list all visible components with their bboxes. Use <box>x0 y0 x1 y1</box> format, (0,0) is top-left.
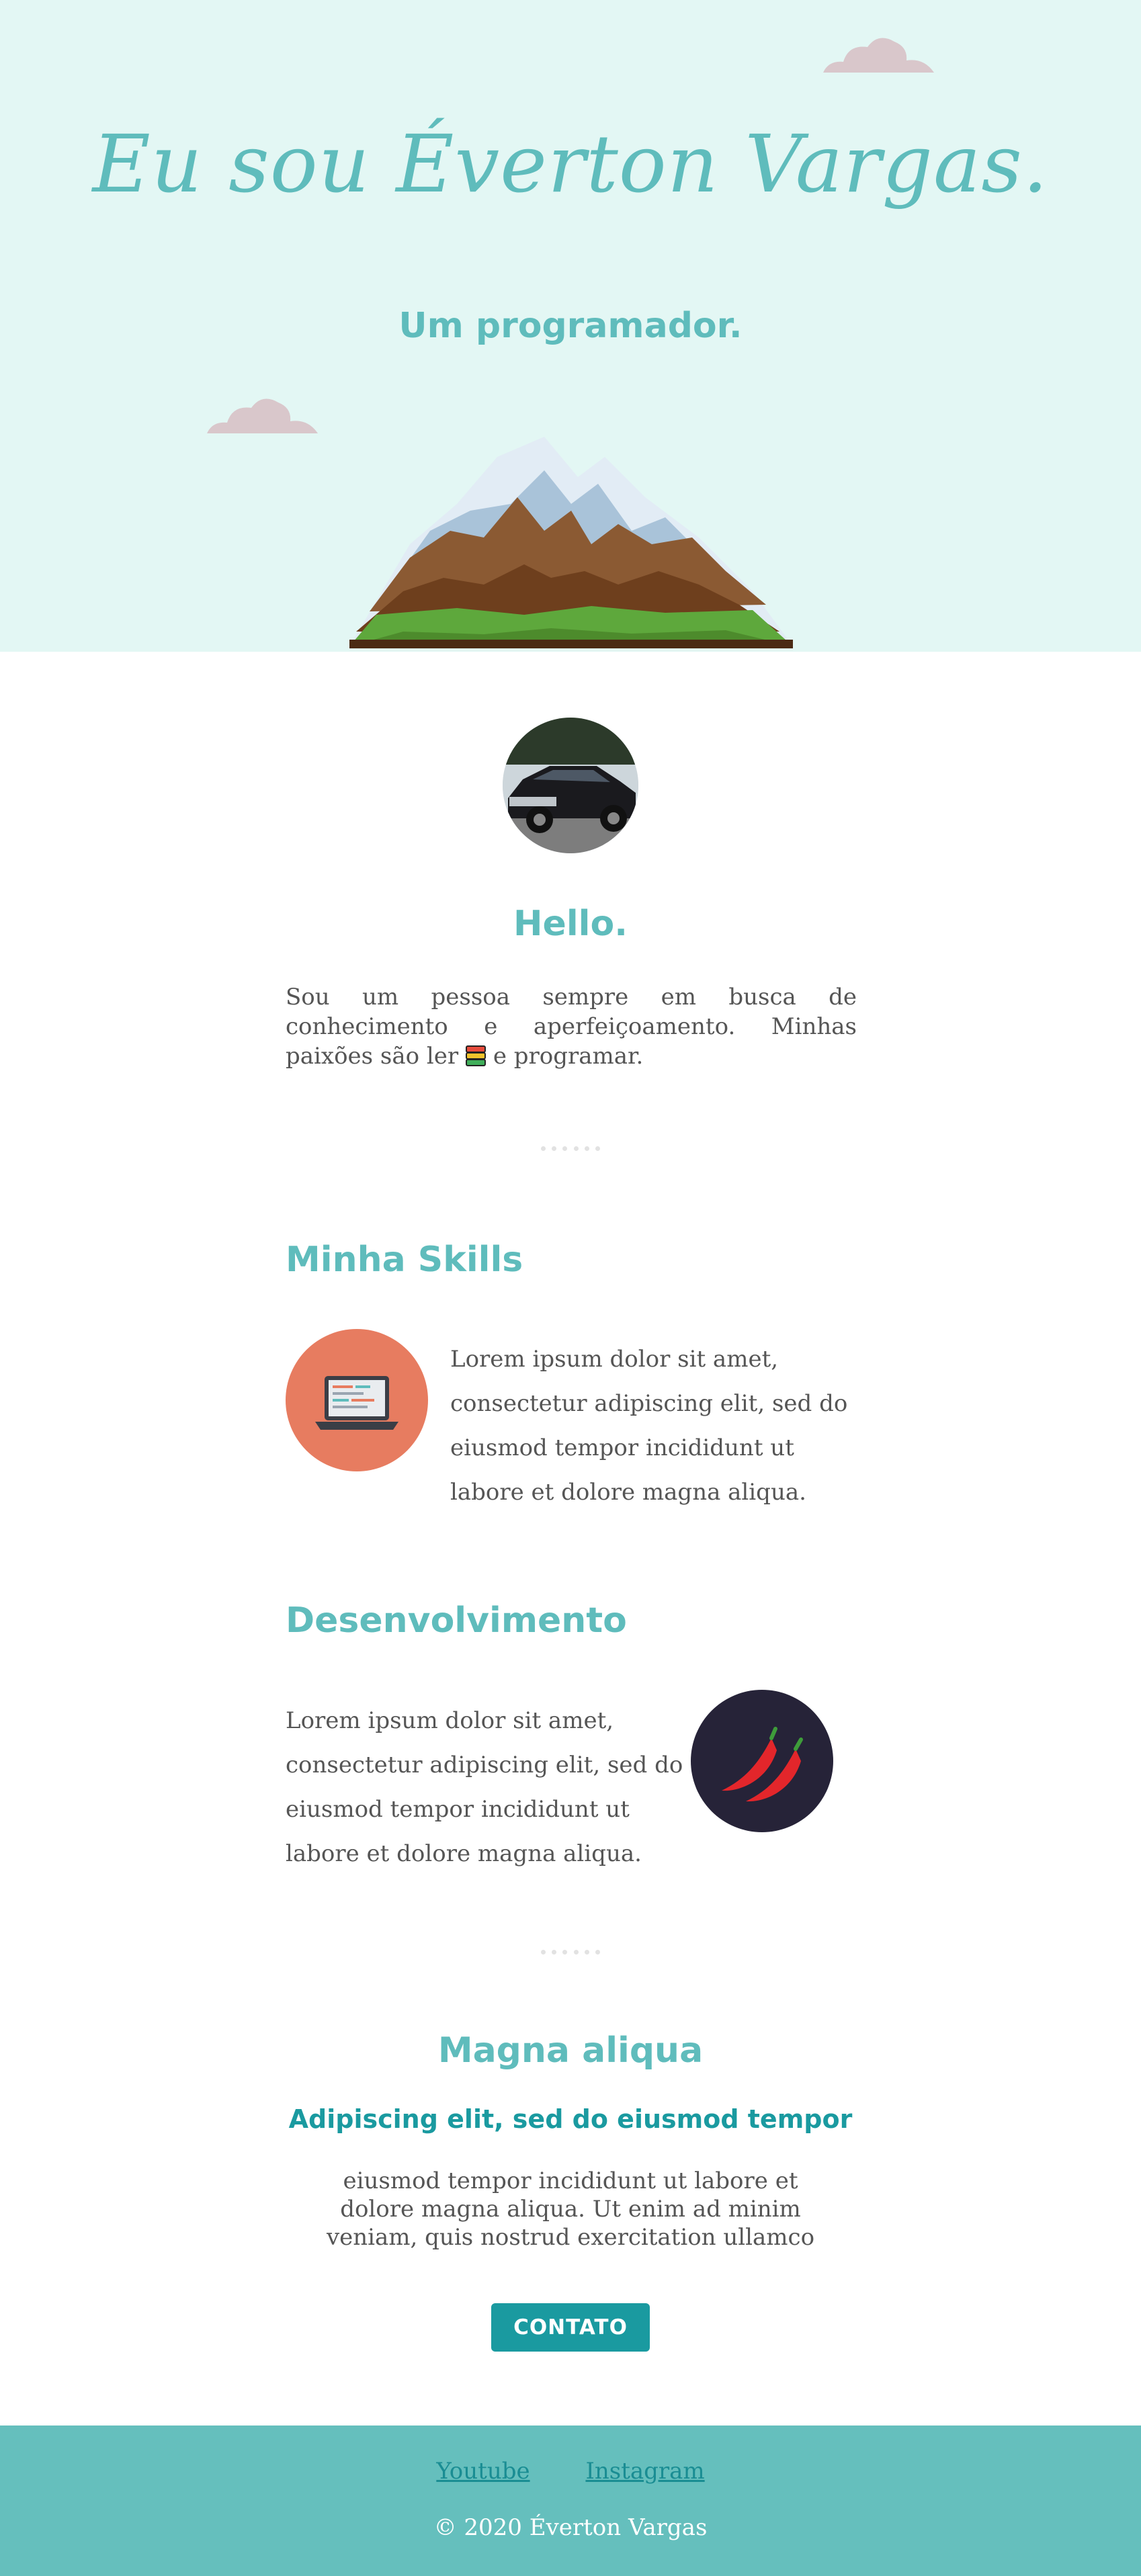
magna-subheading: Adipiscing elit, sed do eiusmod tempor <box>288 2104 853 2134</box>
youtube-link[interactable]: Youtube <box>436 2458 530 2485</box>
hello-heading: Hello. <box>513 904 628 944</box>
intro-text-end: e programar. <box>493 1043 644 1070</box>
hero-subtitle: Um programador. <box>398 306 743 346</box>
footer-links: Youtube Instagram <box>0 2458 1141 2485</box>
footer: Youtube Instagram © 2020 Éverton Vargas <box>0 2425 1141 2576</box>
section-divider <box>541 1146 600 1152</box>
skills-text: Lorem ipsum dolor sit amet, consectetur … <box>450 1346 848 1506</box>
avatar <box>503 718 638 853</box>
hero-title: Eu sou Éverton Vargas. <box>92 118 1049 210</box>
development-text: Lorem ipsum dolor sit amet, consectetur … <box>286 1707 683 1867</box>
car-photo <box>503 718 638 853</box>
hero-section: Eu sou Éverton Vargas. Um programador. <box>0 0 1141 652</box>
copyright: © 2020 Éverton Vargas <box>433 2514 708 2541</box>
cloud-icon <box>207 398 318 433</box>
laptop-icon <box>286 1329 428 1471</box>
intro-text: Sou um pessoa sempre em busca de conheci… <box>286 982 857 1071</box>
magna-heading: Magna aliqua <box>437 2030 704 2071</box>
chili-pepper-icon <box>691 1690 833 1832</box>
section-divider <box>541 1950 600 1955</box>
books-icon <box>466 1045 486 1066</box>
contact-button[interactable]: CONTATO <box>491 2303 650 2352</box>
instagram-link[interactable]: Instagram <box>585 2458 704 2485</box>
mountain-illustration <box>349 437 793 648</box>
cloud-icon <box>823 38 934 73</box>
development-heading: Desenvolvimento <box>286 1600 627 1641</box>
magna-text: eiusmod tempor incididunt ut labore et d… <box>326 2167 815 2251</box>
skills-heading: Minha Skills <box>286 1240 523 1280</box>
